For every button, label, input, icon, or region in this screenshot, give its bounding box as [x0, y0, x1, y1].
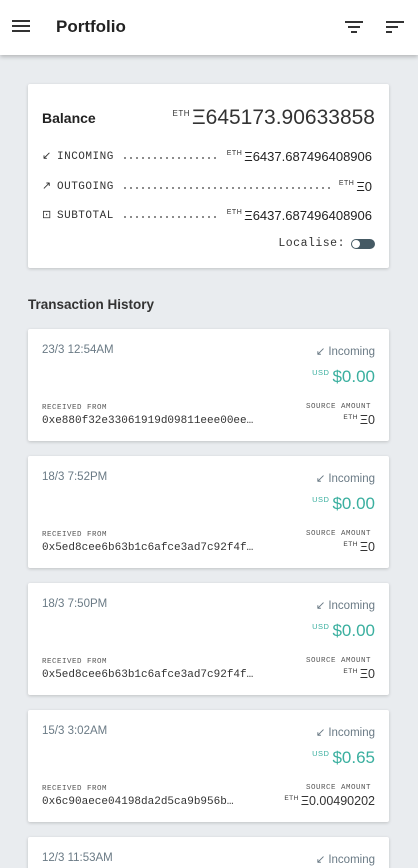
outgoing-value: Ξ0	[356, 178, 372, 194]
sender-address: 0x5ed8cee6b63b1c6afce3ad7c92f4f…	[42, 669, 254, 681]
incoming-label: INCOMING	[57, 151, 114, 163]
received-from-label: RECEIVED FROM	[42, 658, 108, 666]
dot-leader	[121, 187, 331, 189]
transaction-usd-value: USD $0.00	[312, 367, 375, 386]
source-amount: ETH Ξ0	[343, 667, 375, 681]
transaction-date: 18/3 7:52PM	[42, 471, 108, 483]
subtotal-icon: ⊡	[42, 210, 52, 222]
source-amount-label: SOURCE AMOUNT	[305, 784, 371, 792]
source-amount: ETH Ξ0	[343, 413, 375, 427]
incoming-arrow-icon: ↙	[315, 473, 326, 485]
incoming-arrow-icon: ↙	[315, 727, 326, 739]
transaction-card[interactable]: 15/3 3:02AM ↙ Incoming USD $0.65 RECEIVED …	[28, 710, 389, 822]
outgoing-row: ↗ OUTGOING ETH Ξ0	[42, 178, 372, 194]
balance-label: Balance	[42, 110, 96, 126]
balance-amount: Ξ645173.90633858	[192, 106, 375, 129]
transaction-card[interactable]: 18/3 7:52PM ↙ Incoming USD $0.00 RECEIVED …	[28, 456, 389, 568]
incoming-currency: ETH	[226, 150, 243, 158]
transaction-direction: ↙ Incoming	[315, 346, 375, 358]
localise-label: Localise:	[278, 237, 345, 250]
transaction-card[interactable]: 18/3 7:50PM ↙ Incoming USD $0.00 RECEIVED …	[28, 583, 389, 695]
subtotal-value: Ξ6437.687496408906	[244, 207, 372, 223]
sender-address: 0x5ed8cee6b63b1c6afce3ad7c92f4f…	[42, 542, 254, 554]
incoming-row: ↙ INCOMING ETH Ξ6437.687496408906	[42, 148, 372, 164]
page-title: Portfolio	[56, 17, 126, 36]
localise-control: Localise:	[278, 237, 375, 250]
source-amount-label: SOURCE AMOUNT	[305, 403, 371, 411]
transaction-usd-value: USD $0.00	[312, 494, 375, 513]
app-bar: Portfolio	[0, 0, 418, 55]
transaction-direction: ↙ Incoming	[315, 854, 375, 866]
incoming-arrow-icon: ↙	[315, 600, 326, 612]
balance-currency: ETH	[172, 109, 190, 118]
received-from-label: RECEIVED FROM	[42, 404, 108, 412]
transaction-history-title: Transaction History	[28, 297, 155, 312]
transaction-direction: ↙ Incoming	[315, 473, 375, 485]
transaction-direction: ↙ Incoming	[315, 600, 375, 612]
source-amount-label: SOURCE AMOUNT	[305, 657, 371, 665]
transaction-card[interactable]: 23/3 12:54AM ↙ Incoming USD $0.00 RECEIVED…	[28, 329, 389, 441]
received-from-label: RECEIVED FROM	[42, 785, 108, 793]
localise-toggle[interactable]	[351, 238, 375, 249]
incoming-arrow-icon: ↙	[315, 854, 326, 866]
outgoing-currency: ETH	[338, 180, 355, 188]
received-from-label: RECEIVED FROM	[42, 531, 108, 539]
filter-icon[interactable]	[345, 19, 363, 35]
subtotal-label: SUBTOTAL	[57, 210, 114, 222]
incoming-arrow-icon: ↙	[315, 346, 326, 358]
transaction-date: 15/3 3:02AM	[42, 725, 108, 737]
toggle-knob	[352, 239, 360, 248]
transaction-direction: ↙ Incoming	[315, 727, 375, 739]
outgoing-label: OUTGOING	[57, 181, 114, 193]
sort-icon[interactable]	[386, 19, 404, 35]
incoming-arrow-icon: ↙	[42, 151, 52, 163]
source-amount: ETH Ξ0.00490202	[284, 794, 375, 808]
subtotal-row: ⊡ SUBTOTAL ETH Ξ6437.687496408906	[42, 207, 372, 223]
sender-address: 0xe880f32e33061919d09811eee00ee…	[42, 415, 254, 427]
subtotal-currency: ETH	[226, 209, 243, 217]
transaction-date: 12/3 11:53AM	[42, 852, 113, 864]
dot-leader	[121, 216, 219, 218]
hamburger-menu-icon[interactable]	[12, 17, 30, 35]
transaction-date: 23/3 12:54AM	[42, 344, 114, 356]
transaction-date: 18/3 7:50PM	[42, 598, 108, 610]
incoming-value: Ξ6437.687496408906	[244, 148, 372, 164]
transaction-card[interactable]: 12/3 11:53AM ↙ Incoming	[28, 837, 389, 868]
source-amount-label: SOURCE AMOUNT	[305, 530, 371, 538]
transaction-usd-value: USD $0.65	[312, 748, 375, 767]
outgoing-arrow-icon: ↗	[42, 181, 52, 193]
balance-value: ETHΞ645173.90633858	[173, 106, 376, 130]
source-amount: ETH Ξ0	[343, 540, 375, 554]
transaction-usd-value: USD $0.00	[312, 621, 375, 640]
sender-address: 0x6c90aece04198da2d5ca9b956b…	[42, 796, 234, 808]
balance-card: Balance ETHΞ645173.90633858 ↙ INCOMING ET…	[28, 84, 389, 268]
dot-leader	[121, 157, 219, 159]
